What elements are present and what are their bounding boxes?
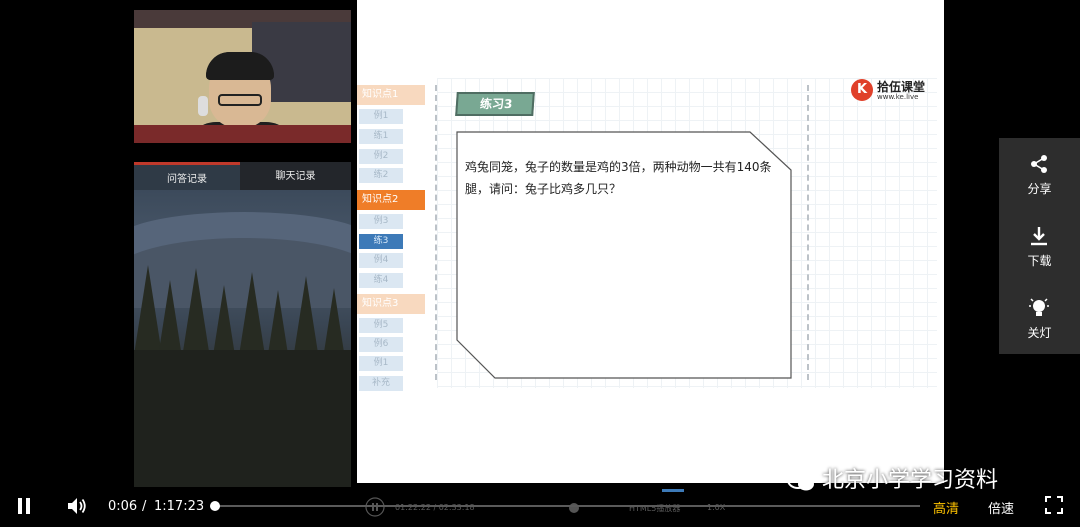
download-label: 下载 [1027,254,1052,268]
outline-item[interactable]: 例5 [359,318,403,333]
question-line-2: 腿，请问：兔子比鸡多几只？ [465,182,622,196]
watermark-text: 北京小学学习资料 [822,468,999,493]
outline-item[interactable]: 例4 [359,253,403,268]
outline-item[interactable]: 练3 [359,234,403,249]
tab-chat-records[interactable]: 聊天记录 [240,162,351,190]
outline-item[interactable]: 例1 [359,109,403,124]
sidebar-tabs: 问答记录 聊天记录 [134,162,351,190]
wechat-icon [787,471,814,491]
total-time: 1:17:23 [154,499,205,514]
outline-item[interactable]: 例3 [359,214,403,229]
share-icon [1031,155,1047,173]
time-separator: / [142,499,147,514]
brand-logo: K 拾伍课堂 www.ke.live [851,77,933,105]
question-line-1: 鸡兔同笼，兔子的数量是鸡的3倍，两种动物一共有140条 [465,160,772,174]
outline-item[interactable]: 例1 [359,356,403,371]
current-time: 0:06 [108,499,138,514]
lightbulb-icon [1029,298,1049,316]
download-button[interactable]: 下载 [999,210,1080,282]
lights-off-button[interactable]: 关灯 [999,282,1080,354]
lesson-slide: 知识点1 例1 练1 例2 练2 知识点2 例3 练3 例4 练4 知识点3 例5 例6 例1 补充 练习3… [357,0,944,483]
download-icon [1031,227,1047,246]
outline-item[interactable]: 练4 [359,273,403,288]
quality-button[interactable]: 高清 [933,498,959,517]
outline-item[interactable]: 补充 [359,376,403,391]
outline-item[interactable]: 练1 [359,129,403,144]
volume-icon[interactable] [66,496,88,516]
pause-button[interactable] [14,496,34,516]
share-button[interactable]: 分享 [999,138,1080,210]
watermark: 北京小学学习资料 [786,462,998,494]
outline-section[interactable]: 知识点2 [357,190,425,210]
logo-mark-icon: K [851,79,873,101]
outline-section[interactable]: 知识点3 [357,294,425,314]
question-text: 鸡兔同笼，兔子的数量是鸡的3倍，两种动物一共有140条 腿，请问：兔子比鸡多几只… [465,156,783,200]
webcam-video [134,10,351,143]
share-panel: 分享 下载 关灯 [999,138,1080,354]
logo-url: www.ke.live [877,93,919,101]
progress-track[interactable] [215,505,920,507]
outline-item[interactable]: 例6 [359,337,403,352]
outline-item[interactable]: 练2 [359,168,403,183]
exercise-tag: 练习3 [455,92,535,116]
speed-button[interactable]: 倍速 [988,498,1014,517]
progress-knob[interactable] [210,501,220,511]
tab-qa-records[interactable]: 问答记录 [134,162,240,190]
outline-section[interactable]: 知识点1 [357,85,425,105]
share-label: 分享 [1027,182,1052,196]
outline-item[interactable]: 例2 [359,149,403,164]
fullscreen-icon[interactable] [1045,496,1063,514]
lights-off-label: 关灯 [1027,326,1052,340]
sidebar-background-image [134,190,351,487]
